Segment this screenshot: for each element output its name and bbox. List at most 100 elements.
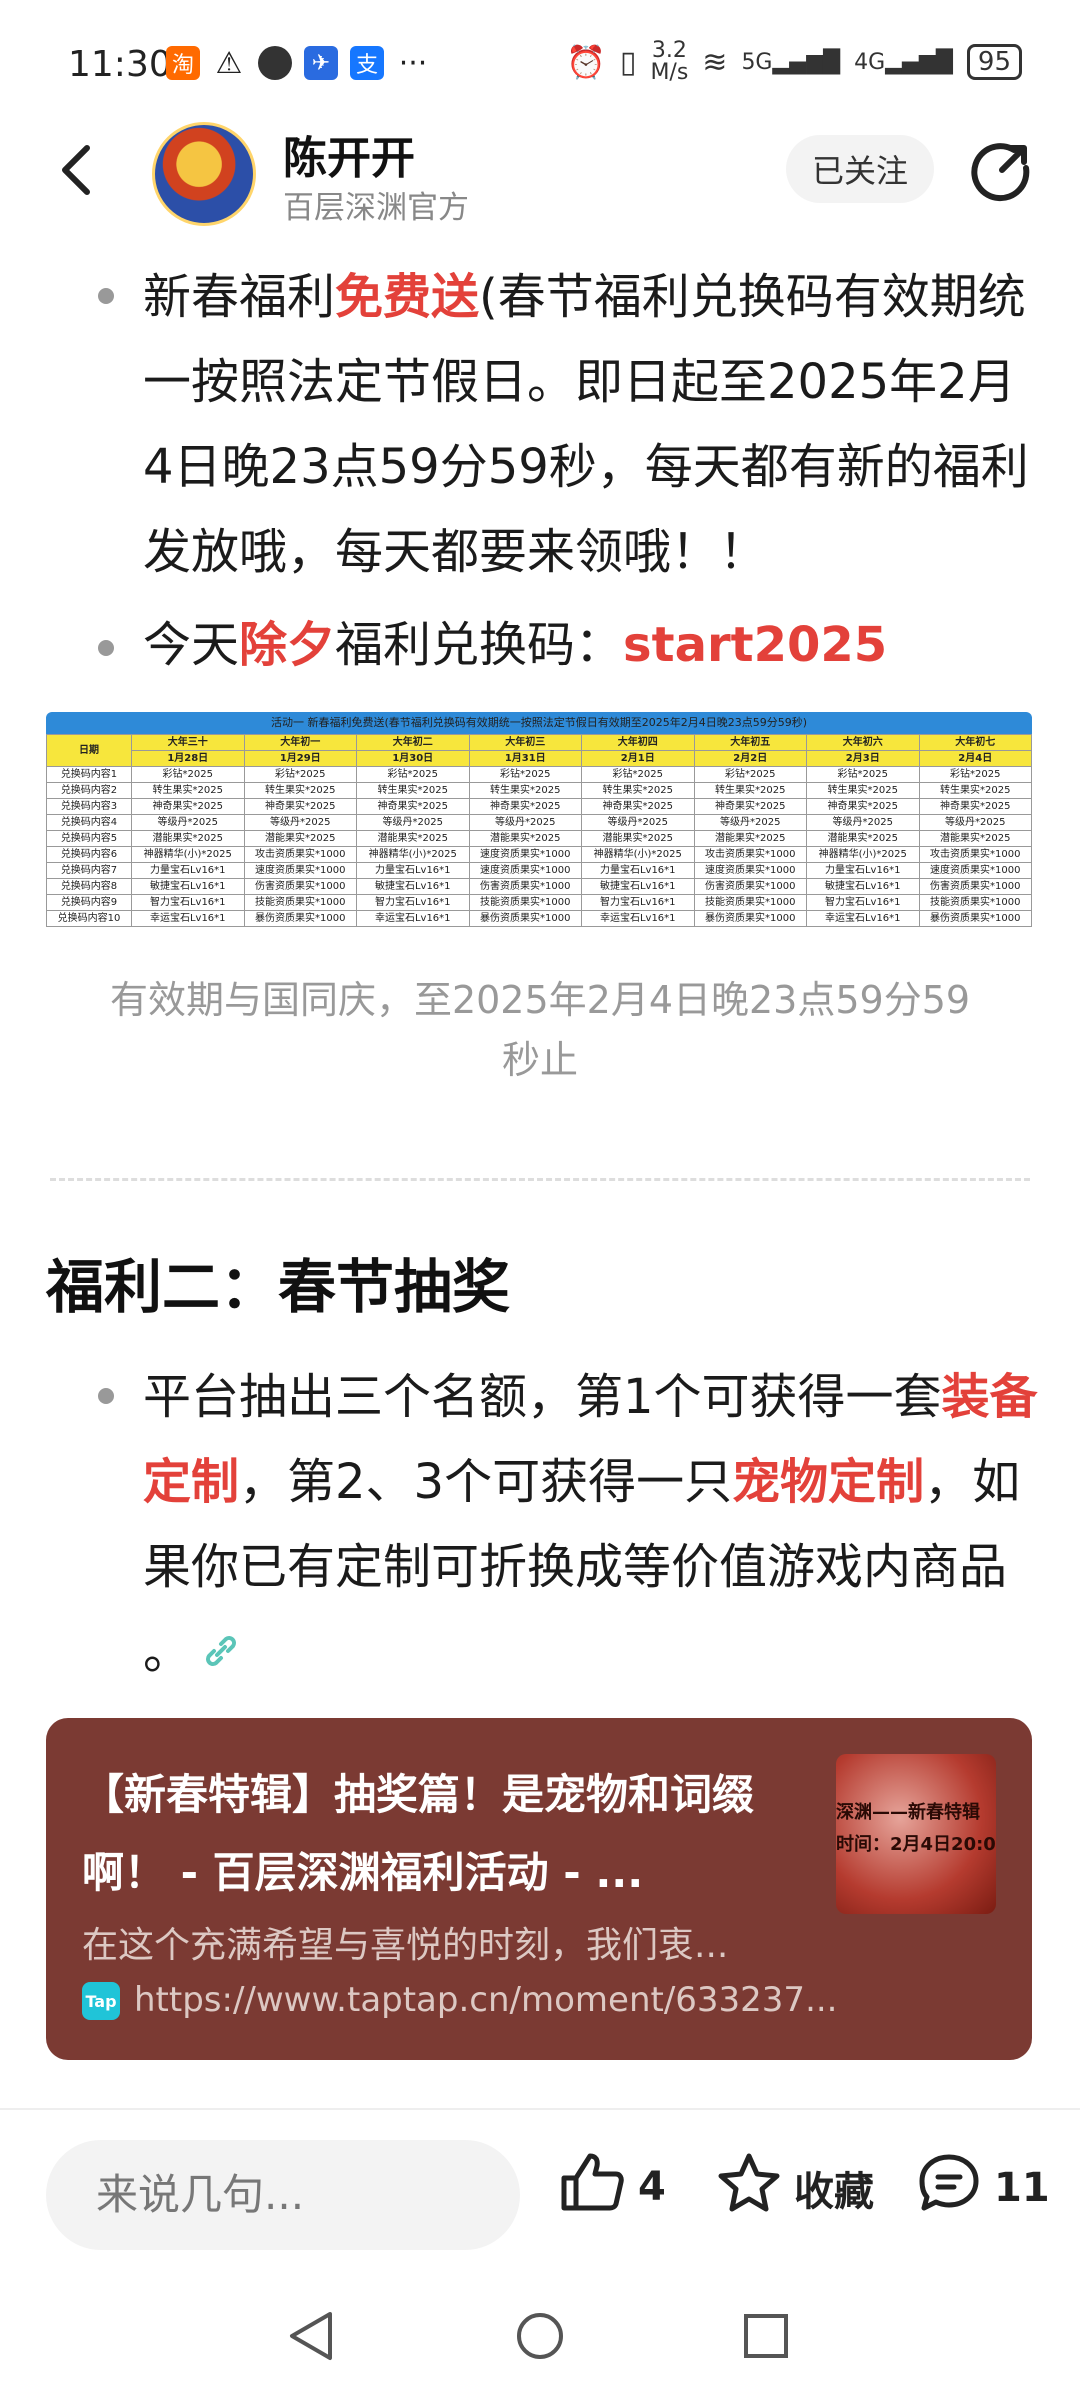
table-cell: 敏捷宝石Lv16*1 (581, 878, 695, 895)
table-cell: 速度资质果实*1000 (243, 862, 357, 879)
vibrate-icon: ▯ (619, 44, 637, 80)
card-description: 在这个充满希望与喜悦的时刻，我们衷... (82, 1925, 729, 1966)
card-title: 【新春特辑】抽奖篇！是宠物和词缀啊！ - 百层深渊福利活动 - ... (82, 1770, 755, 1897)
like-button[interactable]: 4 (560, 2152, 666, 2222)
link-icon[interactable] (201, 1613, 241, 1698)
bullet3-pre: 平台抽出三个名额，第1个可获得一套 (143, 1369, 942, 1425)
table-cell: 等级丹*2025 (131, 814, 245, 831)
table-cell: 伤害资质果实*1000 (243, 878, 357, 895)
table-date-header: 2月4日 (918, 750, 1032, 767)
table-cell: 敏捷宝石Lv16*1 (131, 878, 245, 895)
table-cell: 力量宝石Lv16*1 (356, 862, 470, 879)
table-cell: 伤害资质果实*1000 (693, 878, 807, 895)
table-date-header: 1月31日 (468, 750, 582, 767)
thumbnail-text: 深渊——新春特辑 (836, 1802, 980, 1823)
table-cell: 速度资质果实*1000 (468, 846, 582, 863)
table-day-header: 大年初六 (806, 734, 920, 751)
bullet-text-welfare: 新春福利免费送(春节福利兑换码有效期统一按照法定节假日。即日起至2025年2月4… (143, 255, 1043, 595)
table-row: 兑换码内容6 神器精华(小)*2025 攻击资质果实*1000 神器精华(小)*202… (46, 846, 1032, 863)
table-cell: 潜能果实*2025 (356, 830, 470, 847)
notification-icons: 淘 ⚠ ✈ 支 ··· (166, 45, 430, 81)
link-preview-card[interactable]: 【新春特辑】抽奖篇！是宠物和词缀啊！ - 百层深渊福利活动 - ... 在这个充… (46, 1718, 1032, 2060)
table-cell: 神奇果实*2025 (581, 798, 695, 815)
table-cell: 神奇果实*2025 (918, 798, 1032, 815)
table-cell: 敏捷宝石Lv16*1 (356, 878, 470, 895)
table-row: 兑换码内容4 等级丹*2025 等级丹*2025 等级丹*2025 等级丹*2025 等级… (46, 814, 1032, 831)
table-row-label: 兑换码内容6 (46, 846, 132, 863)
table-cell: 速度资质果实*1000 (693, 862, 807, 879)
table-title: 活动一 新春福利免费送(春节福利兑换码有效期统一按照法定节假日有效期至2025年… (46, 712, 1032, 734)
table-cell: 彩钻*2025 (806, 766, 920, 783)
avatar[interactable] (152, 122, 256, 226)
table-cell: 转生果实*2025 (468, 782, 582, 799)
thumbnail-subtext: 时间：2月4日20:00 (836, 1834, 996, 1855)
network-speed-value: 3.2 (651, 38, 687, 63)
table-cell: 攻击资质果实*1000 (693, 846, 807, 863)
table-day-header: 大年三十 (131, 734, 245, 751)
taptap-icon: Tap (82, 1982, 120, 2020)
table-day-header: 大年初三 (468, 734, 582, 751)
table-cell: 幸运宝石Lv16*1 (131, 910, 245, 927)
table-cell: 彩钻*2025 (918, 766, 1032, 783)
comment-button[interactable]: 11 (916, 2152, 1050, 2224)
signal-4g-label: 4G (854, 49, 886, 75)
section-title: 福利二：春节抽奖 (46, 1253, 511, 1321)
table-cell: 伤害资质果实*1000 (918, 878, 1032, 895)
table-cell: 彩钻*2025 (243, 766, 357, 783)
nav-back-icon[interactable] (286, 2310, 336, 2366)
table-cell: 彩钻*2025 (356, 766, 470, 783)
chat-bubble-icon (258, 46, 292, 80)
like-count: 4 (638, 2164, 666, 2210)
author-name[interactable]: 陈开开 (283, 122, 415, 186)
table-cell: 转生果实*2025 (356, 782, 470, 799)
comment-input[interactable]: 来说几句... (46, 2140, 520, 2250)
bullet2-highlight: 除夕 (239, 617, 336, 673)
nav-recents-icon[interactable] (742, 2312, 790, 2364)
table-date-header: 1月29日 (243, 750, 357, 767)
table-cell: 暴伤资质果实*1000 (918, 910, 1032, 927)
table-row-label: 兑换码内容5 (46, 830, 132, 847)
table-cell: 速度资质果实*1000 (468, 862, 582, 879)
table-date-header: 2月3日 (806, 750, 920, 767)
warning-icon: ⚠ (215, 45, 243, 81)
table-cell: 幸运宝石Lv16*1 (806, 910, 920, 927)
follow-button[interactable]: 已关注 (786, 135, 934, 203)
table-cell: 神奇果实*2025 (806, 798, 920, 815)
bottom-action-bar: 来说几句... 4 收藏 11 (0, 2108, 1080, 2290)
status-bar: 11:30 淘 ⚠ ✈ 支 ··· ⏰ ▯ 3.2 M/s ≋ 5G▂▄▆█ 4… (0, 0, 1080, 130)
table-cell: 等级丹*2025 (243, 814, 357, 831)
table-cell: 潜能果实*2025 (806, 830, 920, 847)
favorite-button[interactable]: 收藏 (716, 2152, 874, 2224)
table-cell: 神奇果实*2025 (131, 798, 245, 815)
table-cell: 神器精华(小)*2025 (356, 846, 470, 863)
table-row: 兑换码内容8 敏捷宝石Lv16*1 伤害资质果实*1000 敏捷宝石Lv16*1 伤害资… (46, 878, 1032, 895)
redeem-code: start2025 (623, 617, 888, 673)
table-cell: 潜能果实*2025 (581, 830, 695, 847)
more-dots-icon: ··· (398, 45, 428, 81)
table-cell: 力量宝石Lv16*1 (581, 862, 695, 879)
table-cell: 转生果实*2025 (243, 782, 357, 799)
rewards-table-image[interactable]: 活动一 新春福利免费送(春节福利兑换码有效期统一按照法定节假日有效期至2025年… (46, 712, 1032, 940)
table-cell: 智力宝石Lv16*1 (581, 894, 695, 911)
table-cell: 神器精华(小)*2025 (581, 846, 695, 863)
table-cell: 幸运宝石Lv16*1 (356, 910, 470, 927)
card-thumbnail: 深渊——新春特辑 时间：2月4日20:00 (836, 1754, 996, 1914)
table-cell: 攻击资质果实*1000 (243, 846, 357, 863)
section-divider (50, 1178, 1030, 1181)
back-icon[interactable] (55, 140, 105, 200)
bullet2-mid: 福利兑换码： (335, 617, 624, 673)
table-cell: 神器精华(小)*2025 (131, 846, 245, 863)
table-day-header: 大年初七 (918, 734, 1032, 751)
table-cell: 智力宝石Lv16*1 (806, 894, 920, 911)
alarm-icon: ⏰ (566, 43, 606, 81)
comment-icon (916, 2152, 982, 2224)
system-nav-bar (0, 2288, 1080, 2398)
table-cell: 伤害资质果实*1000 (468, 878, 582, 895)
nav-home-icon[interactable] (514, 2310, 566, 2366)
table-date-header: 2月2日 (693, 750, 807, 767)
table-row-label: 兑换码内容1 (46, 766, 132, 783)
table-cell: 彩钻*2025 (693, 766, 807, 783)
table-cell: 等级丹*2025 (693, 814, 807, 831)
table-row-label: 兑换码内容7 (46, 862, 132, 879)
share-icon[interactable] (970, 140, 1032, 202)
